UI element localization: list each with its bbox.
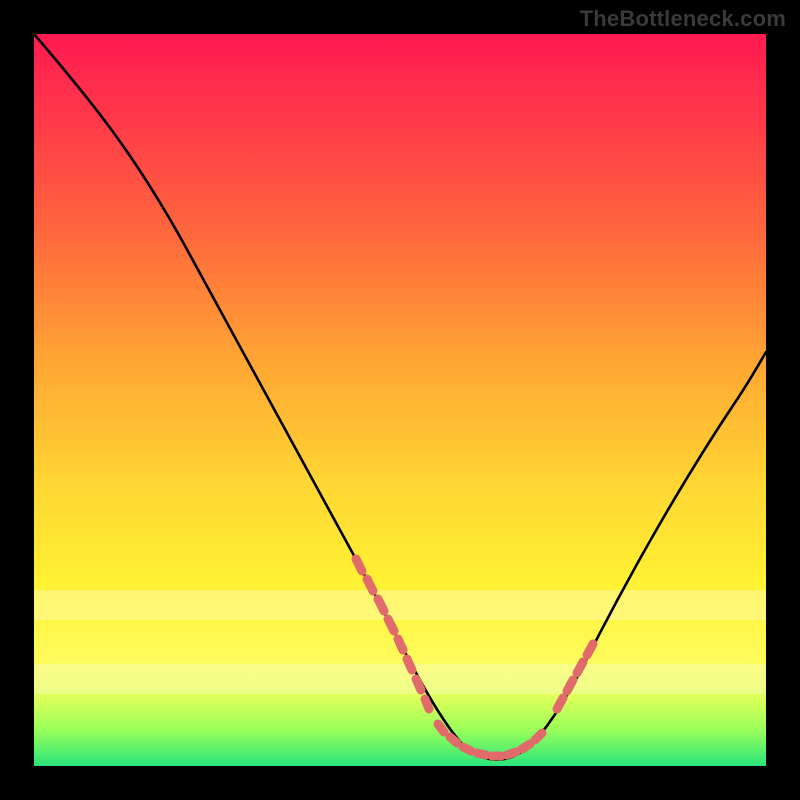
marker xyxy=(388,619,394,631)
marker xyxy=(587,644,593,655)
watermark-text: TheBottleneck.com xyxy=(580,6,786,32)
marker xyxy=(438,724,444,732)
plot-area xyxy=(34,34,766,766)
marker xyxy=(577,662,583,673)
marker xyxy=(407,659,412,670)
marker xyxy=(450,737,457,743)
marker xyxy=(507,752,516,755)
marker xyxy=(378,599,384,611)
marker xyxy=(463,747,471,751)
marker xyxy=(425,699,429,709)
marker xyxy=(567,680,573,691)
marker xyxy=(557,698,563,709)
marker xyxy=(522,744,530,749)
marker xyxy=(416,679,421,690)
marker xyxy=(477,753,486,755)
marker xyxy=(367,579,373,591)
marker xyxy=(398,639,403,650)
chart-frame: TheBottleneck.com xyxy=(0,0,800,800)
marker xyxy=(535,733,542,740)
marker xyxy=(356,559,362,571)
chart-svg xyxy=(34,34,766,766)
marker-group xyxy=(356,559,593,756)
